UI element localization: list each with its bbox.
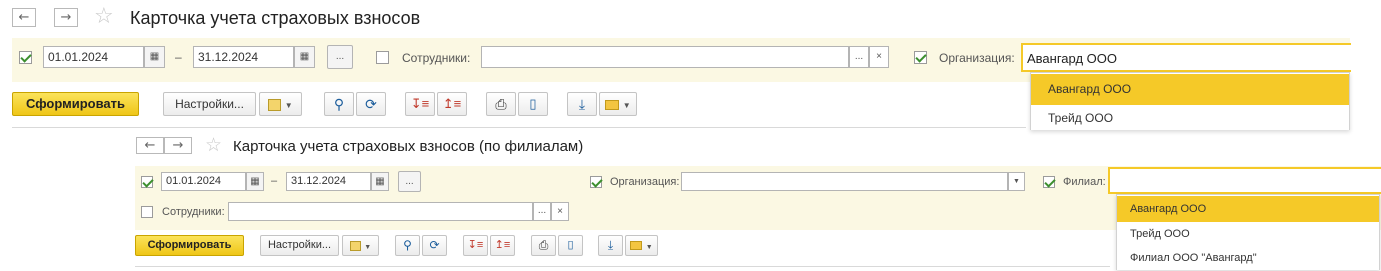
print-button[interactable]: ⎙	[486, 92, 516, 116]
branch-input[interactable]	[1108, 167, 1381, 194]
back-button[interactable]: ←	[136, 137, 164, 154]
download-icon: ⤓	[578, 96, 586, 112]
chevron-down-icon[interactable]: ▼	[1008, 172, 1025, 191]
chevron-down-icon: ▼	[645, 244, 653, 251]
forward-button[interactable]: →	[54, 8, 78, 27]
generate-button[interactable]: Сформировать	[135, 235, 244, 256]
collapse-rows-icon: ↥≡	[442, 96, 462, 111]
employees-label: Сотрудники:	[162, 206, 225, 218]
date-separator: –	[271, 175, 278, 187]
dropdown-item[interactable]: Авангард ООО	[1031, 74, 1349, 105]
send-menu-button[interactable]: ▼	[599, 92, 637, 116]
printer-icon: ⎙	[538, 238, 549, 252]
select-button[interactable]: ...	[533, 202, 551, 221]
period-select-button[interactable]: ...	[398, 171, 421, 192]
expand-rows-icon: ↧≡	[467, 239, 484, 251]
generate-button[interactable]: Сформировать	[12, 92, 139, 116]
collapse-groups-button[interactable]: ↥≡	[490, 235, 515, 256]
collapse-groups-button[interactable]: ↥≡	[437, 92, 467, 116]
variant-menu-button[interactable]: ▼	[259, 92, 302, 116]
envelope-icon	[605, 99, 620, 110]
printer-icon: ⎙	[495, 96, 507, 112]
period-checkbox[interactable]	[141, 176, 153, 188]
chevron-down-icon: ▼	[622, 101, 631, 110]
search-icon: ⚲	[333, 96, 345, 112]
expand-groups-button[interactable]: ↧≡	[405, 92, 435, 116]
organization-input[interactable]: Авангард ООО	[1021, 43, 1351, 72]
organization-checkbox[interactable]	[590, 176, 602, 188]
employees-label: Сотрудники:	[402, 51, 471, 65]
expand-rows-icon: ↧≡	[410, 96, 430, 111]
organization-dropdown: Авангард ООО Трейд ООО	[1030, 72, 1350, 130]
search-button[interactable]: ⚲	[395, 235, 420, 256]
chevron-down-icon: ▼	[364, 244, 372, 251]
save-button[interactable]: ⤓	[567, 92, 597, 116]
branch-checkbox[interactable]	[1043, 176, 1055, 188]
preview-button[interactable]: ▯	[558, 235, 583, 256]
favorite-star-icon[interactable]: ☆	[205, 134, 222, 156]
send-menu-button[interactable]: ▼	[625, 235, 658, 256]
forward-button[interactable]: →	[164, 137, 192, 154]
preview-button[interactable]: ▯	[518, 92, 548, 116]
report-variant-icon	[349, 240, 361, 251]
favorite-star-icon[interactable]: ☆	[94, 4, 114, 29]
search-reset-icon: ⟳	[429, 238, 440, 252]
select-button[interactable]: ...	[849, 46, 869, 68]
employees-checkbox[interactable]	[376, 51, 389, 64]
report-variant-icon	[268, 98, 282, 111]
organization-label: Организация:	[610, 176, 680, 188]
print-preview-icon: ▯	[529, 96, 537, 111]
chevron-down-icon: ▼	[284, 101, 293, 110]
collapse-rows-icon: ↥≡	[494, 239, 511, 251]
dropdown-item[interactable]: Филиал ООО "Авангард"	[1117, 246, 1379, 271]
calendar-icon[interactable]: ▦	[246, 172, 264, 191]
reset-search-button[interactable]: ⟳	[356, 92, 386, 116]
branch-label: Филиал:	[1063, 176, 1106, 188]
organization-label: Организация:	[939, 51, 1015, 65]
page-title: Карточка учета страховых взносов (по фил…	[233, 138, 584, 155]
settings-button[interactable]: Настройки...	[260, 235, 339, 256]
dropdown-item[interactable]: Авангард ООО	[1117, 196, 1379, 222]
period-select-button[interactable]: ...	[327, 45, 353, 69]
branch-dropdown: Авангард ООО Трейд ООО Филиал ООО "Аванг…	[1116, 194, 1380, 270]
calendar-icon[interactable]: ▦	[144, 46, 165, 68]
organization-checkbox[interactable]	[914, 51, 927, 64]
employees-input[interactable]	[481, 46, 849, 68]
employees-checkbox[interactable]	[141, 206, 153, 218]
report-area-divider	[135, 266, 1110, 267]
save-button[interactable]: ⤓	[598, 235, 623, 256]
search-button[interactable]: ⚲	[324, 92, 354, 116]
print-preview-icon: ▯	[567, 239, 574, 251]
print-button[interactable]: ⎙	[531, 235, 556, 256]
clear-icon[interactable]: ×	[869, 46, 889, 68]
calendar-icon[interactable]: ▦	[294, 46, 315, 68]
organization-input[interactable]	[681, 172, 1008, 191]
envelope-icon	[630, 241, 643, 251]
date-separator: –	[175, 50, 182, 64]
date-to-field[interactable]: 31.12.2024	[193, 46, 294, 68]
back-button[interactable]: ←	[12, 8, 36, 27]
date-from-field[interactable]: 01.01.2024	[161, 172, 246, 191]
employees-input[interactable]	[228, 202, 533, 221]
settings-button[interactable]: Настройки...	[163, 92, 256, 116]
expand-groups-button[interactable]: ↧≡	[463, 235, 488, 256]
date-from-field[interactable]: 01.01.2024	[43, 46, 144, 68]
download-icon: ⤓	[607, 238, 614, 252]
period-checkbox[interactable]	[19, 51, 32, 64]
page-title: Карточка учета страховых взносов	[130, 8, 421, 28]
reset-search-button[interactable]: ⟳	[422, 235, 447, 256]
clear-icon[interactable]: ×	[551, 202, 569, 221]
search-reset-icon: ⟳	[365, 96, 377, 112]
dropdown-item[interactable]: Трейд ООО	[1031, 105, 1349, 131]
variant-menu-button[interactable]: ▼	[342, 235, 379, 256]
calendar-icon[interactable]: ▦	[371, 172, 389, 191]
dropdown-item[interactable]: Трейд ООО	[1117, 222, 1379, 246]
search-icon: ⚲	[403, 238, 412, 252]
date-to-field[interactable]: 31.12.2024	[286, 172, 371, 191]
report-area-divider	[12, 127, 1026, 128]
